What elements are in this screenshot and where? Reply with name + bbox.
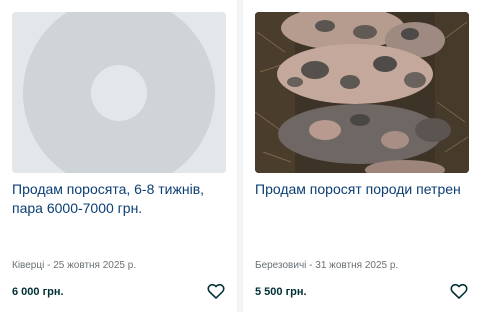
listing-location-date: Ківерці - 25 жовтня 2025 р. [12, 260, 137, 271]
add-to-favorites-button[interactable] [205, 280, 227, 302]
listing-card[interactable]: Продам поросята, 6-8 тижнів, пара 6000-7… [0, 0, 237, 312]
listing-image-placeholder[interactable] [12, 12, 226, 173]
heart-icon [450, 283, 468, 299]
placeholder-image-icon [12, 12, 226, 173]
listing-location-date: Березовичі - 31 жовтня 2025 р. [255, 260, 399, 271]
listing-price: 6 000 грн. [12, 286, 64, 298]
listing-image[interactable] [255, 12, 469, 173]
heart-icon [207, 283, 225, 299]
listing-title[interactable]: Продам поросят породи петрен [255, 180, 470, 199]
add-to-favorites-button[interactable] [448, 280, 470, 302]
pigs-photo [255, 12, 469, 173]
listing-title[interactable]: Продам поросята, 6-8 тижнів, пара 6000-7… [12, 180, 227, 218]
listing-card[interactable]: Продам поросят породи петрен Березовичі … [243, 0, 480, 312]
listing-price: 5 500 грн. [255, 286, 307, 298]
